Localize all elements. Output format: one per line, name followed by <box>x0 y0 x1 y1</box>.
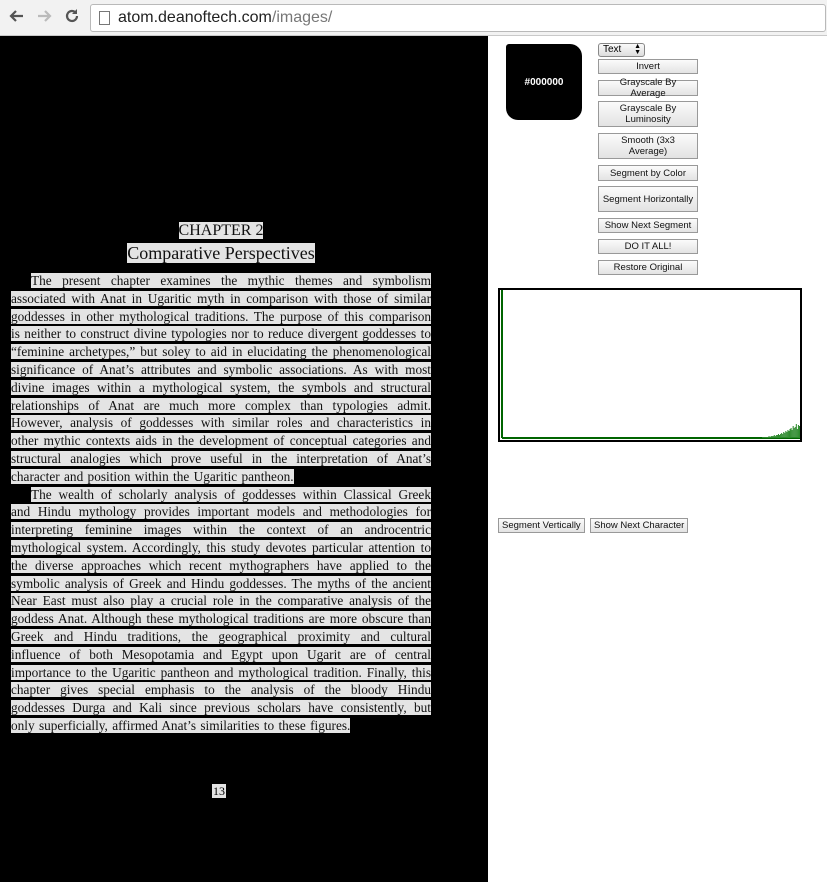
histogram-bar <box>782 434 784 438</box>
smooth-button[interactable]: Smooth (3x3 Average) <box>598 133 698 159</box>
paragraph-1-text: The present chapter examines the mythic … <box>11 273 431 484</box>
mode-select[interactable]: Text ▲ ▼ <box>598 43 645 57</box>
segment-horizontally-button[interactable]: Segment Horizontally <box>598 186 698 212</box>
histogram-bar <box>796 429 798 438</box>
histogram-bar <box>783 432 785 438</box>
histogram-bar <box>787 430 789 438</box>
chapter-label: CHAPTER 2 <box>178 222 264 239</box>
histogram-bar <box>793 428 795 438</box>
segment-vertically-button[interactable]: Segment Vertically <box>498 518 585 533</box>
histogram-bar <box>784 433 786 438</box>
histogram-bar <box>770 436 772 438</box>
select-arrows-icon: ▲ ▼ <box>634 43 641 56</box>
histogram-bar <box>797 425 799 438</box>
histogram-bar <box>769 437 771 438</box>
page-number-text: 13 <box>212 784 226 798</box>
histogram-bar <box>772 436 774 438</box>
paragraph-2-text: The wealth of scholarly analysis of godd… <box>11 486 431 733</box>
histogram-bar <box>767 437 769 438</box>
histogram-plot <box>501 290 800 439</box>
chapter-heading: CHAPTER 2 <box>11 222 431 240</box>
forward-button[interactable] <box>33 7 55 29</box>
invert-button[interactable]: Invert <box>598 59 698 74</box>
histogram-bar <box>779 435 781 438</box>
page-icon <box>99 11 110 25</box>
histogram-bar <box>768 436 770 438</box>
address-bar[interactable]: atom.deanoftech.com/images/ <box>90 4 826 32</box>
histogram-bar <box>794 427 796 438</box>
back-button[interactable] <box>6 7 28 29</box>
histogram-bar <box>775 435 777 438</box>
color-swatch: #000000 <box>506 44 582 120</box>
histogram-bar <box>785 431 787 438</box>
reload-icon <box>65 9 79 23</box>
histogram-bar <box>771 436 773 438</box>
do-it-all-button[interactable]: DO IT ALL! <box>598 239 698 254</box>
mode-select-value: Text <box>603 44 622 55</box>
histogram-bar <box>786 432 788 438</box>
url-text[interactable]: atom.deanoftech.com/images/ <box>118 9 332 27</box>
restore-original-button[interactable]: Restore Original <box>598 260 698 275</box>
histogram-bar <box>763 437 765 438</box>
grayscale-luminosity-button[interactable]: Grayscale By Luminosity <box>598 101 698 127</box>
histogram-bar <box>798 426 800 438</box>
url-host: atom.deanoftech.com <box>118 9 272 26</box>
histogram-bar <box>764 437 766 438</box>
image-canvas[interactable]: CHAPTER 2 Comparative Perspectives The p… <box>0 36 488 882</box>
histogram-bar <box>777 434 780 438</box>
browser-toolbar: atom.deanoftech.com/images/ <box>0 0 827 36</box>
histogram-bar <box>791 430 793 438</box>
histogram-bar <box>781 433 783 438</box>
histogram-bar <box>773 435 775 438</box>
histogram-bar <box>762 437 764 438</box>
histogram-bar <box>790 428 792 438</box>
paragraph-2: The wealth of scholarly analysis of godd… <box>11 486 431 735</box>
chapter-title: Comparative Perspectives <box>11 242 431 264</box>
histogram-bar <box>766 437 768 438</box>
arrow-left-icon <box>9 10 23 22</box>
histogram-bar <box>774 436 776 438</box>
arrow-right-icon <box>38 10 52 22</box>
histogram-bar <box>792 426 794 438</box>
show-next-segment-button[interactable]: Show Next Segment <box>598 218 698 233</box>
histogram-bar <box>780 434 782 438</box>
grayscale-average-button[interactable]: Grayscale By Average <box>598 77 698 99</box>
url-path: /images/ <box>271 9 333 26</box>
scanned-page: CHAPTER 2 Comparative Perspectives The p… <box>11 222 431 735</box>
paragraph-1: The present chapter examines the mythic … <box>11 272 431 486</box>
chapter-title-text: Comparative Perspectives <box>127 243 315 263</box>
segment-by-color-button[interactable]: Segment by Color <box>598 165 698 181</box>
histogram-bar <box>788 431 790 438</box>
histogram-bar <box>795 424 797 438</box>
color-swatch-label: #000000 <box>524 76 564 88</box>
histogram-bar <box>765 437 767 438</box>
histogram-bar <box>776 435 778 438</box>
histogram-bar <box>789 429 791 438</box>
page-number: 13 <box>212 784 226 799</box>
histogram <box>498 288 802 442</box>
show-next-character-button[interactable]: Show Next Character <box>590 518 689 533</box>
reload-button[interactable] <box>61 7 83 29</box>
